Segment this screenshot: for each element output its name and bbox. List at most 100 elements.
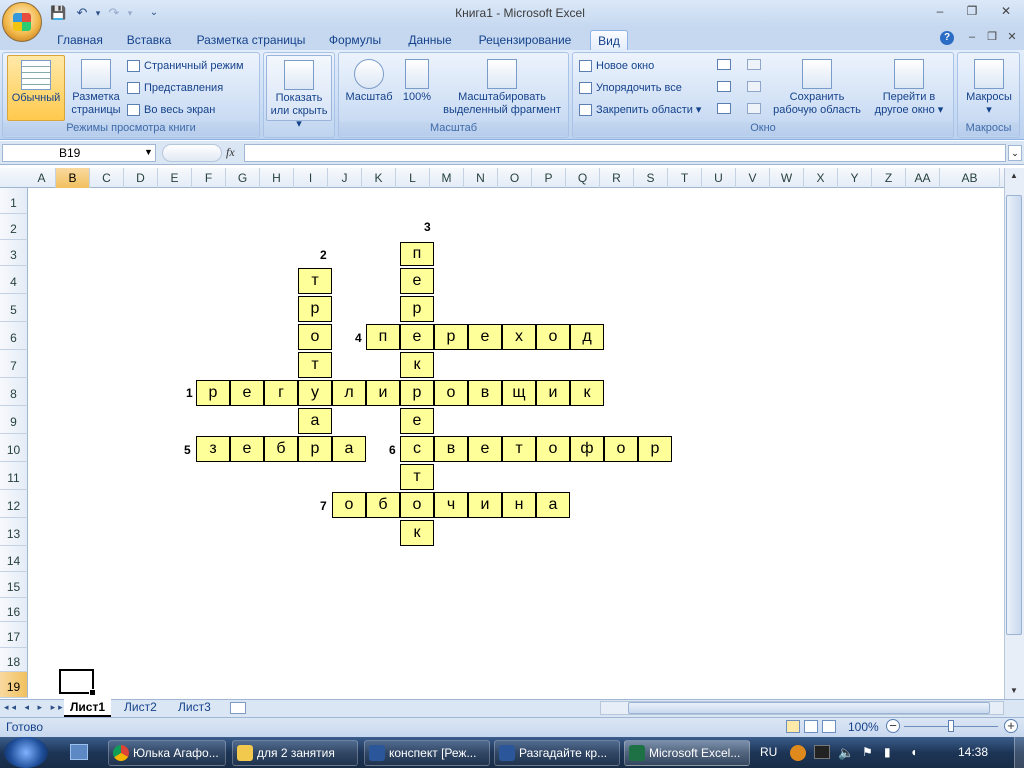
crossword-cell[interactable]: о [400, 492, 434, 518]
crossword-cell[interactable]: и [468, 492, 502, 518]
crossword-cell[interactable]: р [298, 296, 332, 322]
vertical-scroll-thumb[interactable] [1006, 195, 1022, 635]
crossword-cell[interactable]: р [400, 296, 434, 322]
column-header-u[interactable]: U [702, 168, 736, 188]
name-box[interactable]: B19 [2, 144, 156, 162]
crossword-cell[interactable]: и [536, 380, 570, 406]
crossword-cell[interactable]: р [196, 380, 230, 406]
normal-view-status-icon[interactable] [786, 720, 800, 733]
row-header-18[interactable]: 18 [0, 648, 28, 672]
sheet-tab-2[interactable]: Лист2 [118, 699, 163, 717]
help-icon[interactable]: ? [940, 31, 954, 45]
crossword-cell[interactable]: н [502, 492, 536, 518]
volume-icon[interactable]: 🔈 [838, 745, 854, 761]
selected-cell[interactable] [59, 669, 96, 696]
crossword-cell[interactable]: т [502, 436, 536, 462]
column-header-c[interactable]: C [90, 168, 124, 188]
row-header-15[interactable]: 15 [0, 572, 28, 598]
crossword-cell[interactable]: б [264, 436, 298, 462]
doc-restore-icon[interactable]: ❐ [982, 30, 1002, 44]
new-window-button[interactable]: Новое окно [579, 57, 654, 75]
formula-input[interactable] [244, 144, 1006, 162]
split-icon[interactable] [717, 59, 731, 70]
normal-view-button[interactable]: Обычный [7, 55, 65, 121]
sheet-nav-icons[interactable]: ◂◂ ◂ ▸ ▸▸ [4, 702, 66, 713]
crossword-cell[interactable]: а [536, 492, 570, 518]
tab-view[interactable]: Вид [590, 30, 628, 50]
sheet-tab-3[interactable]: Лист3 [172, 699, 217, 717]
tab-review[interactable]: Рецензирование [472, 30, 578, 50]
crossword-cell[interactable]: к [400, 352, 434, 378]
crossword-cell[interactable]: к [400, 520, 434, 546]
crossword-cell[interactable]: з [196, 436, 230, 462]
crossword-cell[interactable]: а [332, 436, 366, 462]
crossword-cell[interactable]: е [230, 380, 264, 406]
crossword-cell[interactable]: ф [570, 436, 604, 462]
crossword-cell[interactable]: о [536, 436, 570, 462]
column-header-v[interactable]: V [736, 168, 770, 188]
crossword-cell[interactable]: о [298, 324, 332, 350]
column-header-s[interactable]: S [634, 168, 668, 188]
crossword-cell[interactable]: р [434, 324, 468, 350]
zoom-slider-thumb[interactable] [948, 720, 954, 732]
column-header-g[interactable]: G [226, 168, 260, 188]
page-layout-status-icon[interactable] [804, 720, 818, 733]
crossword-cell[interactable]: в [468, 380, 502, 406]
column-header-e[interactable]: E [158, 168, 192, 188]
column-header-n[interactable]: N [464, 168, 498, 188]
full-screen-button[interactable]: Во весь экран [127, 101, 215, 119]
crossword-cell[interactable]: х [502, 324, 536, 350]
row-header-2[interactable]: 2 [0, 214, 28, 240]
row-header-16[interactable]: 16 [0, 598, 28, 622]
row-header-7[interactable]: 7 [0, 350, 28, 378]
taskbar-item-folder[interactable]: для 2 занятия [232, 740, 358, 766]
show-desktop-icon[interactable] [70, 744, 88, 760]
show-hide-button[interactable]: Показать или скрыть ▾ [266, 55, 332, 130]
column-header-f[interactable]: F [192, 168, 226, 188]
clock[interactable]: 14:38 [958, 745, 988, 759]
start-button[interactable] [4, 737, 48, 768]
tab-formulas[interactable]: Формулы [322, 30, 388, 50]
row-header-3[interactable]: 3 [0, 240, 28, 266]
column-header-m[interactable]: M [430, 168, 464, 188]
row-header-4[interactable]: 4 [0, 266, 28, 294]
save-icon[interactable]: 💾 [50, 5, 66, 21]
crossword-cell[interactable]: п [366, 324, 400, 350]
crossword-cell[interactable]: р [638, 436, 672, 462]
custom-views-button[interactable]: Представления [127, 79, 223, 97]
column-header-l[interactable]: L [396, 168, 430, 188]
column-header-j[interactable]: J [328, 168, 362, 188]
crossword-cell[interactable]: е [400, 408, 434, 434]
row-header-6[interactable]: 6 [0, 322, 28, 350]
crossword-cell[interactable]: д [570, 324, 604, 350]
crossword-cell[interactable]: с [400, 436, 434, 462]
column-header-a[interactable]: A [28, 168, 56, 188]
zoom-level[interactable]: 100% [848, 720, 879, 734]
crossword-cell[interactable]: е [400, 324, 434, 350]
crossword-cell[interactable]: о [434, 380, 468, 406]
crossword-cell[interactable]: а [298, 408, 332, 434]
name-box-dropdown-icon[interactable]: ▼ [144, 147, 153, 157]
sync-scroll-icon[interactable] [747, 81, 761, 92]
row-header-9[interactable]: 9 [0, 406, 28, 434]
freeze-panes-button[interactable]: Закрепить области ▾ [579, 101, 701, 119]
column-header-x[interactable]: X [804, 168, 838, 188]
column-header-b[interactable]: B [56, 168, 90, 188]
column-header-o[interactable]: O [498, 168, 532, 188]
column-header-z[interactable]: Z [872, 168, 906, 188]
row-header-10[interactable]: 10 [0, 434, 28, 462]
column-header-k[interactable]: K [362, 168, 396, 188]
taskbar-item-excel[interactable]: Microsoft Excel... [624, 740, 750, 766]
network-icon[interactable]: ▮ [884, 745, 891, 759]
zoom-button[interactable]: Масштаб [341, 55, 397, 115]
undo-dropdown-icon[interactable]: ▾ [90, 5, 106, 21]
tab-data[interactable]: Данные [402, 30, 458, 50]
sheet-tab-1[interactable]: Лист1 [64, 699, 112, 717]
crossword-cell[interactable]: б [366, 492, 400, 518]
crossword-cell[interactable]: к [570, 380, 604, 406]
column-header-w[interactable]: W [770, 168, 804, 188]
column-header-p[interactable]: P [532, 168, 566, 188]
office-button[interactable] [2, 2, 42, 42]
crossword-cell[interactable]: п [400, 242, 434, 266]
insert-sheet-icon[interactable] [230, 702, 246, 714]
